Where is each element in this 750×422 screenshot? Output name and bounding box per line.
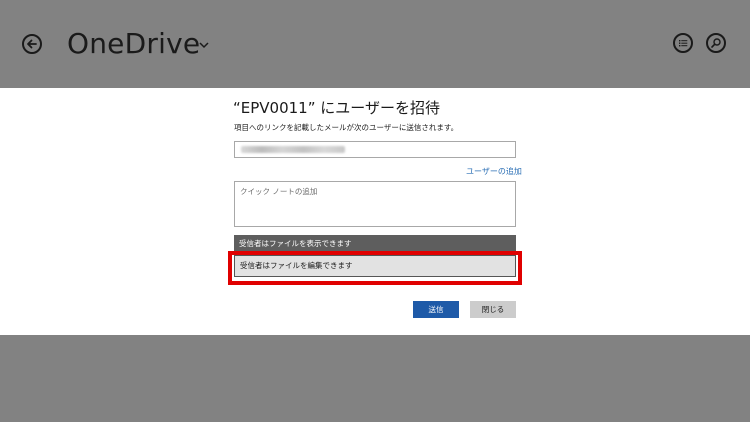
- app-title[interactable]: OneDrive: [67, 27, 200, 60]
- quick-note-field[interactable]: クイック ノートの追加: [234, 181, 516, 227]
- blurred-email-value: [241, 146, 345, 153]
- recipient-email-field[interactable]: [234, 141, 516, 158]
- search-icon: [711, 38, 721, 48]
- send-button[interactable]: 送信: [413, 301, 459, 318]
- invite-dialog: “EPV0011” にユーザーを招待 項目へのリンクを記載したメールが次のユーザ…: [0, 88, 750, 335]
- background-area: [0, 335, 750, 422]
- back-arrow-icon: [27, 39, 37, 49]
- add-user-link[interactable]: ユーザーの追加: [466, 166, 522, 177]
- quick-note-placeholder: クイック ノートの追加: [240, 187, 318, 196]
- list-view-button[interactable]: [673, 33, 693, 53]
- dialog-subtitle: 項目へのリンクを記載したメールが次のユーザーに送信されます。: [234, 123, 459, 132]
- highlight-box: [228, 251, 522, 285]
- chevron-down-icon[interactable]: [198, 40, 210, 50]
- top-bar: OneDrive: [0, 0, 750, 88]
- close-button[interactable]: 閉じる: [470, 301, 516, 318]
- back-button[interactable]: [22, 34, 42, 54]
- dialog-title: “EPV0011” にユーザーを招待: [233, 99, 440, 117]
- list-icon: [679, 40, 688, 47]
- search-button[interactable]: [706, 33, 726, 53]
